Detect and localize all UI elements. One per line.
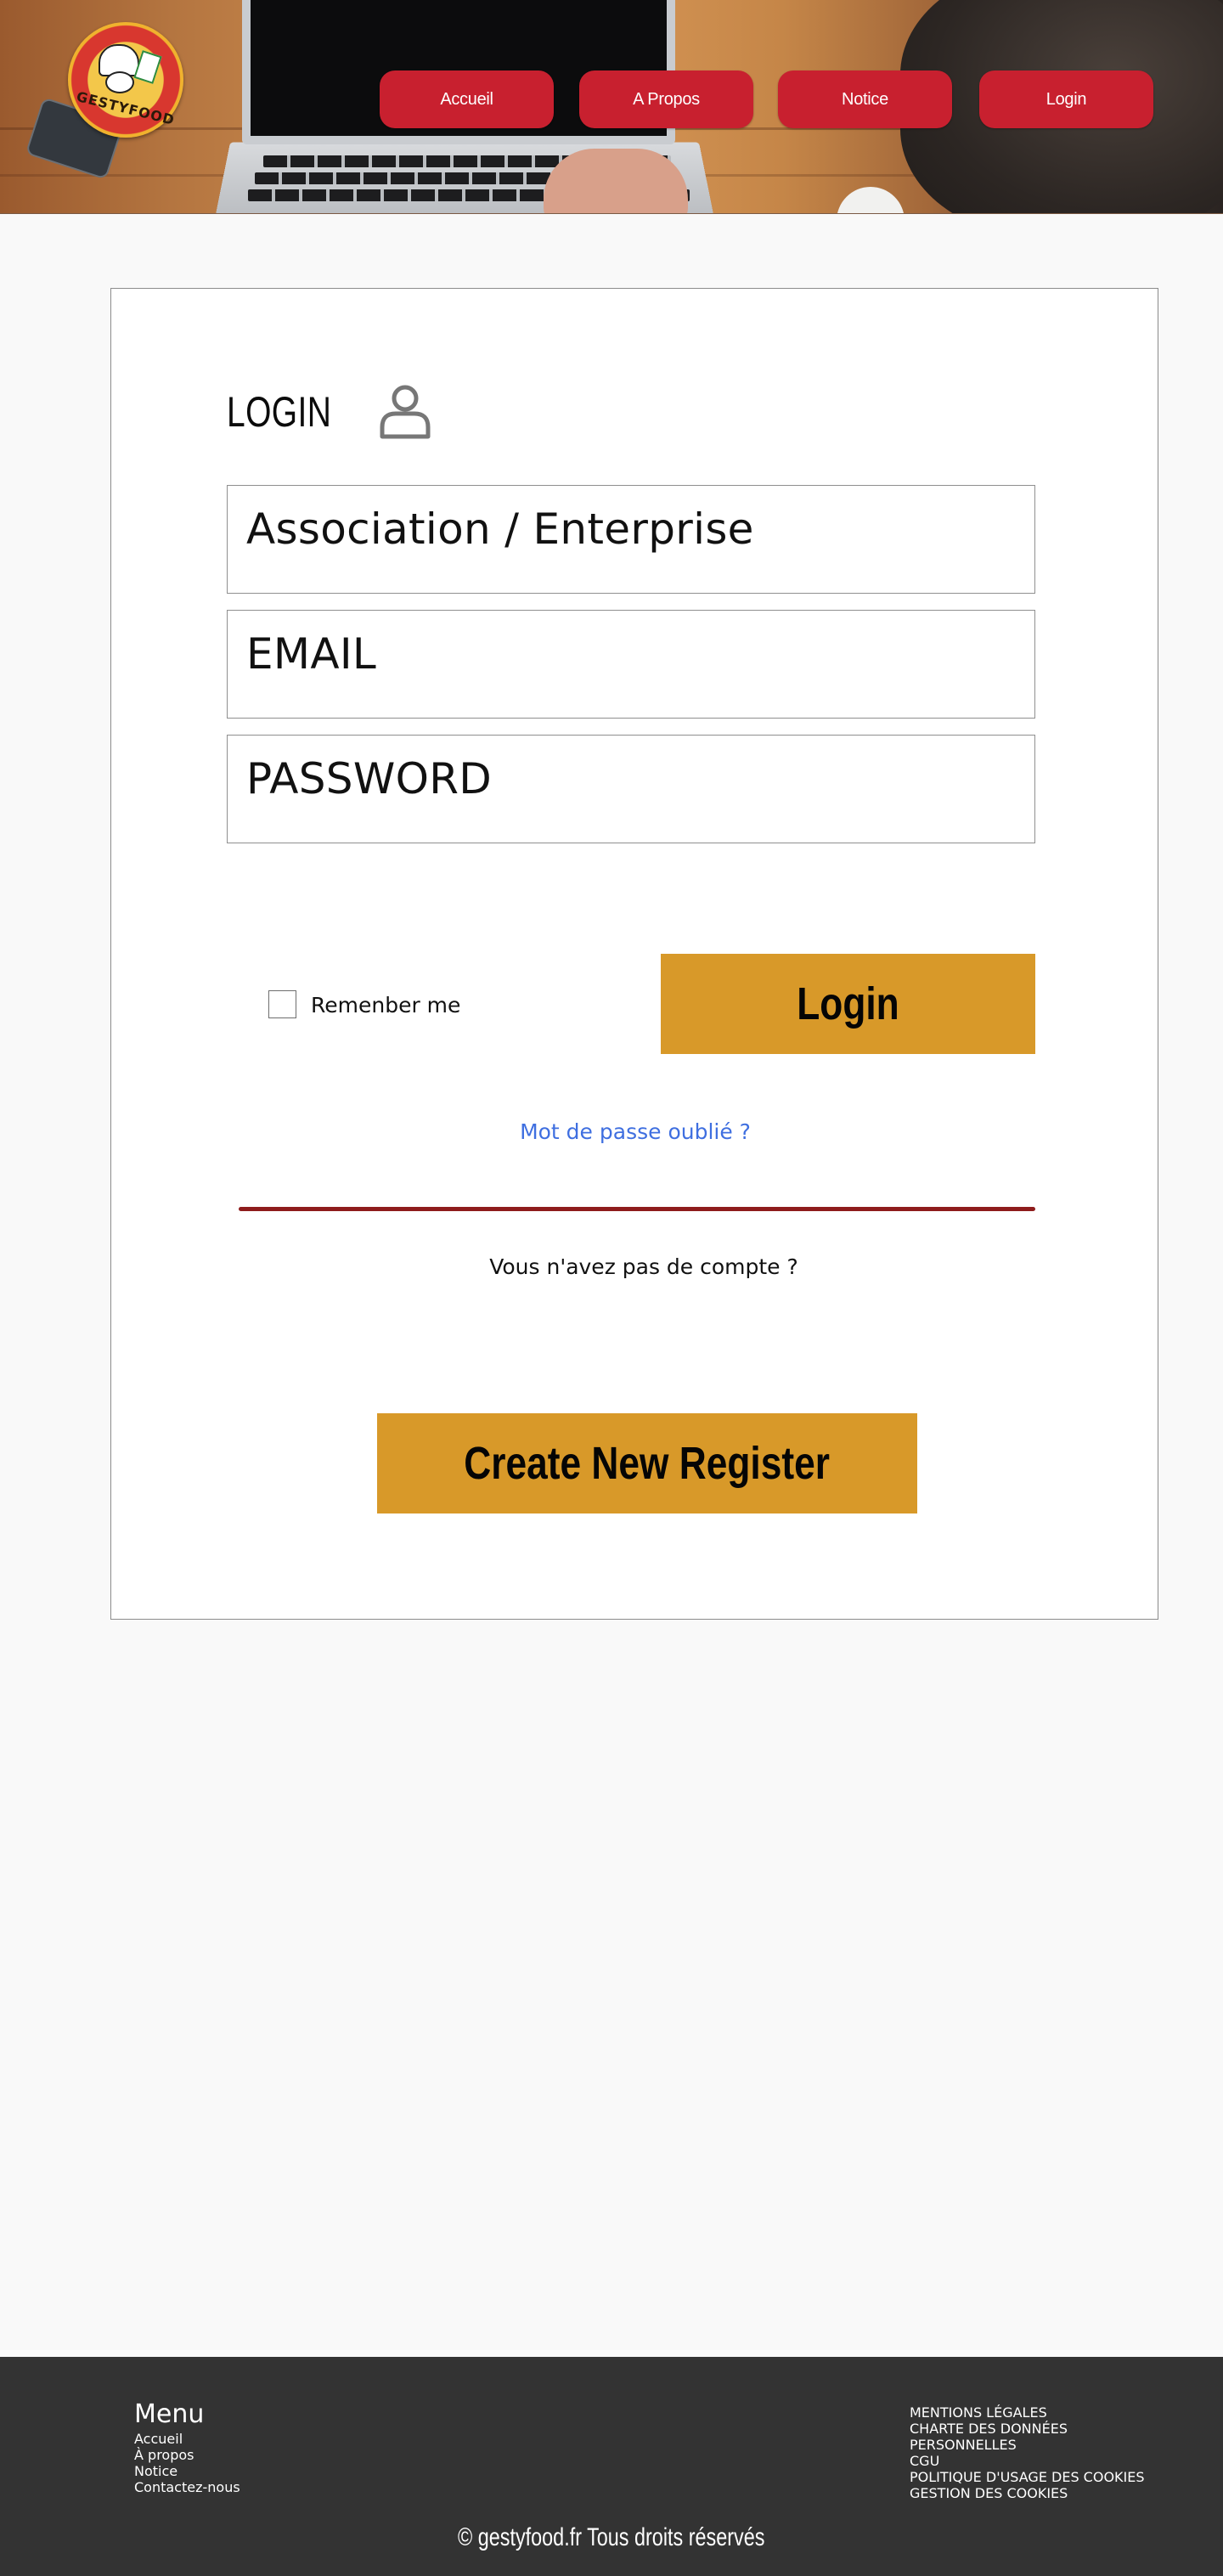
forgot-password-link[interactable]: Mot de passe oublié ? (111, 1119, 1159, 1144)
create-register-label: Create New Register (464, 1438, 831, 1489)
footer-link-accueil[interactable]: Accueil (134, 2431, 240, 2447)
footer-link-charte-donnees[interactable]: CHARTE DES DONNÉES (910, 2421, 1145, 2437)
login-submit-label: Login (797, 978, 899, 1029)
remember-me-label[interactable]: Remenber me (311, 993, 460, 1017)
login-card: LOGIN Association / Enterprise EMAIL PAS… (110, 288, 1158, 1620)
footer-link-politique-cookies[interactable]: POLITIQUE D'USAGE DES COOKIES (910, 2469, 1145, 2485)
site-footer: Menu Accueil À propos Notice Contactez-n… (0, 2357, 1223, 2576)
nav-apropos-button[interactable]: A Propos (579, 70, 753, 128)
login-submit-button[interactable]: Login (661, 954, 1035, 1054)
site-header: GESTYFOOD Accueil A Propos Notice Login (0, 0, 1223, 214)
forgot-password-label: Mot de passe oublié ? (520, 1119, 751, 1144)
association-placeholder: Association / Enterprise (246, 504, 754, 554)
copyright: © gestyfood.fr Tous droits réservés (0, 2523, 1223, 2552)
remember-me-checkbox[interactable] (268, 990, 296, 1018)
divider (239, 1207, 1035, 1211)
footer-menu-title: Menu (134, 2399, 205, 2429)
association-field[interactable]: Association / Enterprise (227, 485, 1035, 594)
email-field[interactable]: EMAIL (227, 610, 1035, 719)
nav-notice-button[interactable]: Notice (778, 70, 952, 128)
footer-link-mentions-legales[interactable]: MENTIONS LÉGALES (910, 2404, 1145, 2421)
footer-legal-links: MENTIONS LÉGALES CHARTE DES DONNÉES PERS… (910, 2404, 1145, 2501)
nav-login-button[interactable]: Login (979, 70, 1153, 128)
footer-menu: Accueil À propos Notice Contactez-nous (134, 2431, 240, 2495)
no-account-label: Vous n'avez pas de compte ? (489, 1254, 798, 1279)
email-placeholder: EMAIL (246, 629, 377, 679)
footer-link-charte-donnees-cont[interactable]: PERSONNELLES (910, 2437, 1145, 2453)
create-register-button[interactable]: Create New Register (377, 1413, 917, 1513)
footer-link-gestion-cookies[interactable]: GESTION DES COOKIES (910, 2485, 1145, 2501)
copyright-text: © gestyfood.fr Tous droits réservés (458, 2523, 765, 2551)
no-account-text: Vous n'avez pas de compte ? (111, 1254, 1159, 1279)
password-field[interactable]: PASSWORD (227, 735, 1035, 843)
footer-link-cgu[interactable]: CGU (910, 2453, 1145, 2469)
footer-link-notice[interactable]: Notice (134, 2463, 240, 2479)
header-background-cup (837, 187, 905, 213)
password-placeholder: PASSWORD (246, 754, 493, 803)
footer-link-apropos[interactable]: À propos (134, 2447, 240, 2463)
header-background-hand (544, 149, 688, 213)
nav-accueil-button[interactable]: Accueil (380, 70, 554, 128)
footer-link-contact[interactable]: Contactez-nous (134, 2479, 240, 2495)
user-icon (380, 385, 431, 439)
main-navigation: Accueil A Propos Notice Login (0, 70, 1223, 128)
login-title: LOGIN (227, 388, 332, 436)
